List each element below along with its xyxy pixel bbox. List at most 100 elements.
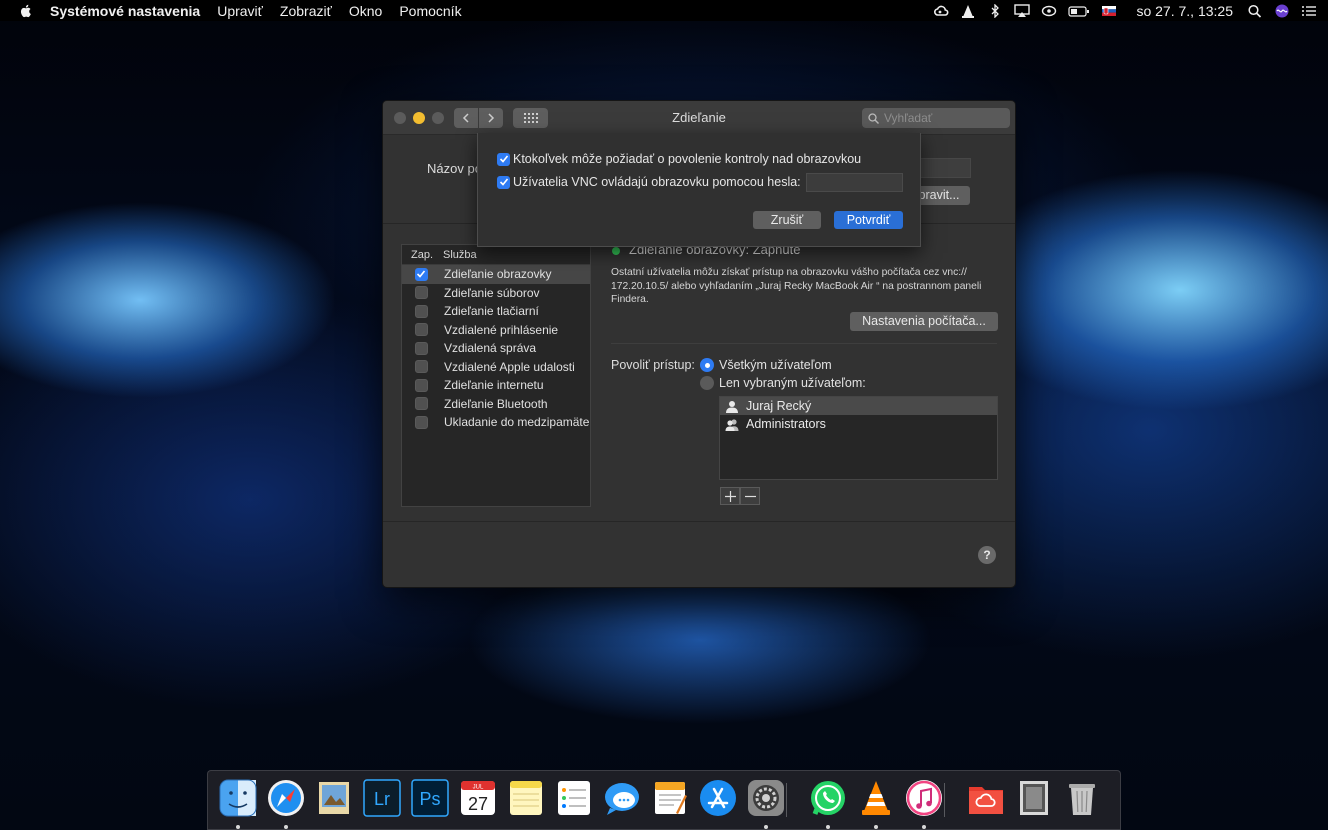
sync-icon[interactable] (1041, 4, 1057, 18)
search-icon (868, 112, 879, 124)
service-row[interactable]: Zdieľanie súborov (402, 284, 590, 303)
menu-help[interactable]: Pomocník (399, 3, 461, 19)
running-indicator (922, 825, 926, 829)
pages-icon[interactable] (650, 778, 690, 818)
reminders-icon[interactable] (554, 778, 594, 818)
user-name: Administrators (746, 417, 826, 431)
menu-view[interactable]: Zobraziť (280, 3, 332, 19)
svg-text:27: 27 (468, 794, 488, 814)
spotlight-icon[interactable] (1247, 4, 1263, 18)
vnc-password-input[interactable] (806, 173, 903, 192)
vnc-password-option[interactable]: Užívatelia VNC ovládajú obrazovku pomoco… (497, 175, 801, 189)
radio-button-selected-users[interactable] (700, 376, 714, 390)
service-row[interactable]: Zdieľanie tlačiarní (402, 302, 590, 321)
checkmark-icon (416, 270, 426, 278)
service-checkbox[interactable] (414, 286, 428, 300)
service-label: Zdieľanie obrazovky (444, 267, 552, 282)
window-titlebar[interactable]: Zdieľanie (383, 101, 1015, 135)
service-checkbox[interactable] (414, 323, 428, 337)
service-row[interactable]: Zdieľanie obrazovky (402, 265, 590, 284)
menu-clock[interactable]: so 27. 7., 13:25 (1136, 3, 1233, 19)
creative-cloud-folder-icon[interactable] (966, 778, 1006, 818)
search-input[interactable] (884, 111, 1004, 125)
notification-center-icon[interactable] (1301, 4, 1317, 18)
user-row[interactable]: Juraj Recký (720, 397, 997, 415)
vlc-icon[interactable] (960, 4, 976, 18)
vnc-password-checkbox[interactable] (497, 175, 510, 189)
downloads-stack-icon[interactable] (1014, 778, 1054, 818)
siri-icon[interactable] (1274, 4, 1290, 18)
safari-icon[interactable] (266, 778, 306, 818)
service-row[interactable]: Vzdialené Apple udalosti (402, 358, 590, 377)
service-checkbox[interactable] (414, 378, 428, 392)
slovak-flag-icon[interactable] (1101, 4, 1117, 18)
request-permission-label: Ktokoľvek môže požiadať o povolenie kont… (513, 152, 862, 166)
radio-button-all-users[interactable] (700, 358, 714, 372)
divider (383, 521, 1015, 522)
service-row[interactable]: Vzdialená správa (402, 339, 590, 358)
finder-icon[interactable] (218, 778, 258, 818)
checkmark-icon (499, 155, 508, 163)
status-area: so 27. 7., 13:25 (933, 0, 1328, 21)
service-label: Vzdialené Apple udalosti (444, 359, 575, 374)
column-header-on[interactable]: Zap. (402, 249, 440, 261)
user-row[interactable]: Administrators (720, 415, 997, 433)
service-label: Zdieľanie súborov (444, 285, 540, 300)
menu-window[interactable]: Okno (349, 3, 382, 19)
whatsapp-icon[interactable] (808, 778, 848, 818)
itunes-icon[interactable] (904, 778, 944, 818)
allow-access-label: Povoliť prístup: (611, 358, 695, 372)
service-checkbox[interactable] (414, 415, 428, 429)
request-permission-checkbox[interactable] (497, 152, 510, 166)
computer-settings-button[interactable]: Nastavenia počítača... (850, 312, 998, 331)
service-label: Vzdialená správa (444, 341, 537, 356)
service-checkbox[interactable] (414, 267, 428, 281)
lightroom-icon[interactable]: Lr (362, 778, 402, 818)
service-checkbox[interactable] (414, 360, 428, 374)
notes-icon[interactable] (506, 778, 546, 818)
service-checkbox[interactable] (414, 397, 428, 411)
photoshop-icon[interactable]: Ps (410, 778, 450, 818)
service-row[interactable]: Ukladanie do medzipamäte (402, 413, 590, 432)
search-field[interactable] (862, 108, 1010, 128)
services-list-header: Zap. Služba (402, 245, 590, 265)
vlc-icon[interactable] (856, 778, 896, 818)
calendar-icon[interactable]: JUL 27 (458, 778, 498, 818)
service-row[interactable]: Vzdialené prihlásenie (402, 321, 590, 340)
radio-selected-users[interactable]: Len vybraným užívateľom: (700, 376, 866, 390)
airplay-icon[interactable] (1014, 3, 1031, 18)
service-checkbox-cell (402, 286, 440, 300)
service-checkbox-cell (402, 341, 440, 355)
cancel-button[interactable]: Zrušiť (753, 211, 821, 229)
service-description: Ostatní užívatelia môžu získať prístup n… (611, 267, 982, 305)
service-checkbox[interactable] (414, 304, 428, 318)
computer-name-label: Názov po (427, 161, 482, 176)
service-label: Zdieľanie internetu (444, 378, 544, 393)
request-permission-option[interactable]: Ktokoľvek môže požiadať o povolenie kont… (497, 152, 861, 166)
app-store-icon[interactable] (698, 778, 738, 818)
service-label: Zdieľanie tlačiarní (444, 304, 539, 319)
menu-edit[interactable]: Upraviť (217, 3, 263, 19)
battery-icon[interactable] (1068, 4, 1090, 18)
allowed-users-list: Juraj Recký Administrators (719, 396, 998, 480)
creative-cloud-icon[interactable] (933, 4, 949, 18)
radio-selected-users-label: Len vybraným užívateľom: (719, 376, 866, 390)
service-row[interactable]: Zdieľanie Bluetooth (402, 395, 590, 414)
radio-all-users[interactable]: Všetkým užívateľom (700, 358, 832, 372)
service-checkbox-cell (402, 360, 440, 374)
preview-icon[interactable] (314, 778, 354, 818)
menu-app-name[interactable]: Systémové nastavenia (50, 3, 200, 19)
system-preferences-icon[interactable] (746, 778, 786, 818)
service-checkbox[interactable] (414, 341, 428, 355)
messages-icon[interactable] (602, 778, 642, 818)
apple-menu-icon[interactable] (18, 3, 34, 19)
column-header-service[interactable]: Služba (440, 249, 477, 261)
add-user-button[interactable] (720, 487, 740, 505)
remove-user-button[interactable] (740, 487, 760, 505)
bluetooth-icon[interactable] (987, 3, 1003, 18)
trash-icon[interactable] (1062, 778, 1102, 818)
service-checkbox-cell (402, 415, 440, 429)
service-row[interactable]: Zdieľanie internetu (402, 376, 590, 395)
help-button[interactable]: ? (978, 546, 996, 564)
confirm-button[interactable]: Potvrdiť (834, 211, 903, 229)
